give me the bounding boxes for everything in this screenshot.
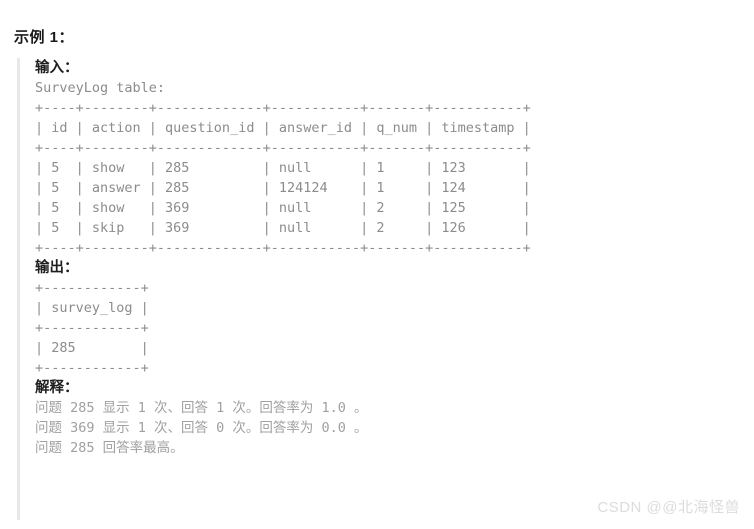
output-label: 输出：	[35, 260, 79, 276]
explanation-label: 解释：	[35, 380, 79, 396]
explanation-line: 问题 285 显示 1 次、回答 1 次。回答率为 1.0 。	[35, 400, 368, 416]
article-content-page: 示例 1： 输入： SurveyLog table: +----+-------…	[0, 0, 754, 529]
input-label: 输入：	[35, 60, 79, 76]
input-table-bottom-border: +----+--------+-------------+-----------…	[35, 240, 531, 256]
table-row: | 285 |	[35, 340, 149, 356]
input-table-caption: SurveyLog table:	[35, 80, 166, 96]
table-row: | 5 | answer | 285 | 124124 | 1 | 124 |	[35, 180, 531, 196]
output-table-header-row: | survey_log |	[35, 300, 149, 316]
example-heading: 示例 1：	[14, 29, 75, 46]
explanation-line: 问题 369 显示 1 次、回答 0 次。回答率为 0.0 。	[35, 420, 368, 436]
table-row: | 5 | show | 285 | null | 1 | 123 |	[35, 160, 531, 176]
output-table-header-separator: +------------+	[35, 320, 149, 336]
blockquote-inner: 输入： SurveyLog table: +----+--------+----…	[20, 58, 737, 458]
table-row: | 5 | show | 369 | null | 2 | 125 |	[35, 200, 531, 216]
explanation-line: 问题 285 回答率最高。	[35, 440, 184, 456]
output-table-top-border: +------------+	[35, 280, 149, 296]
output-table-bottom-border: +------------+	[35, 360, 149, 376]
example-blockquote: 输入： SurveyLog table: +----+--------+----…	[17, 58, 737, 520]
input-table-header-row: | id | action | question_id | answer_id …	[35, 120, 531, 136]
csdn-watermark: CSDN @@北海怪兽	[597, 499, 740, 516]
table-row: | 5 | skip | 369 | null | 2 | 126 |	[35, 220, 531, 236]
input-table-header-separator: +----+--------+-------------+-----------…	[35, 140, 531, 156]
input-table-top-border: +----+--------+-------------+-----------…	[35, 100, 531, 116]
